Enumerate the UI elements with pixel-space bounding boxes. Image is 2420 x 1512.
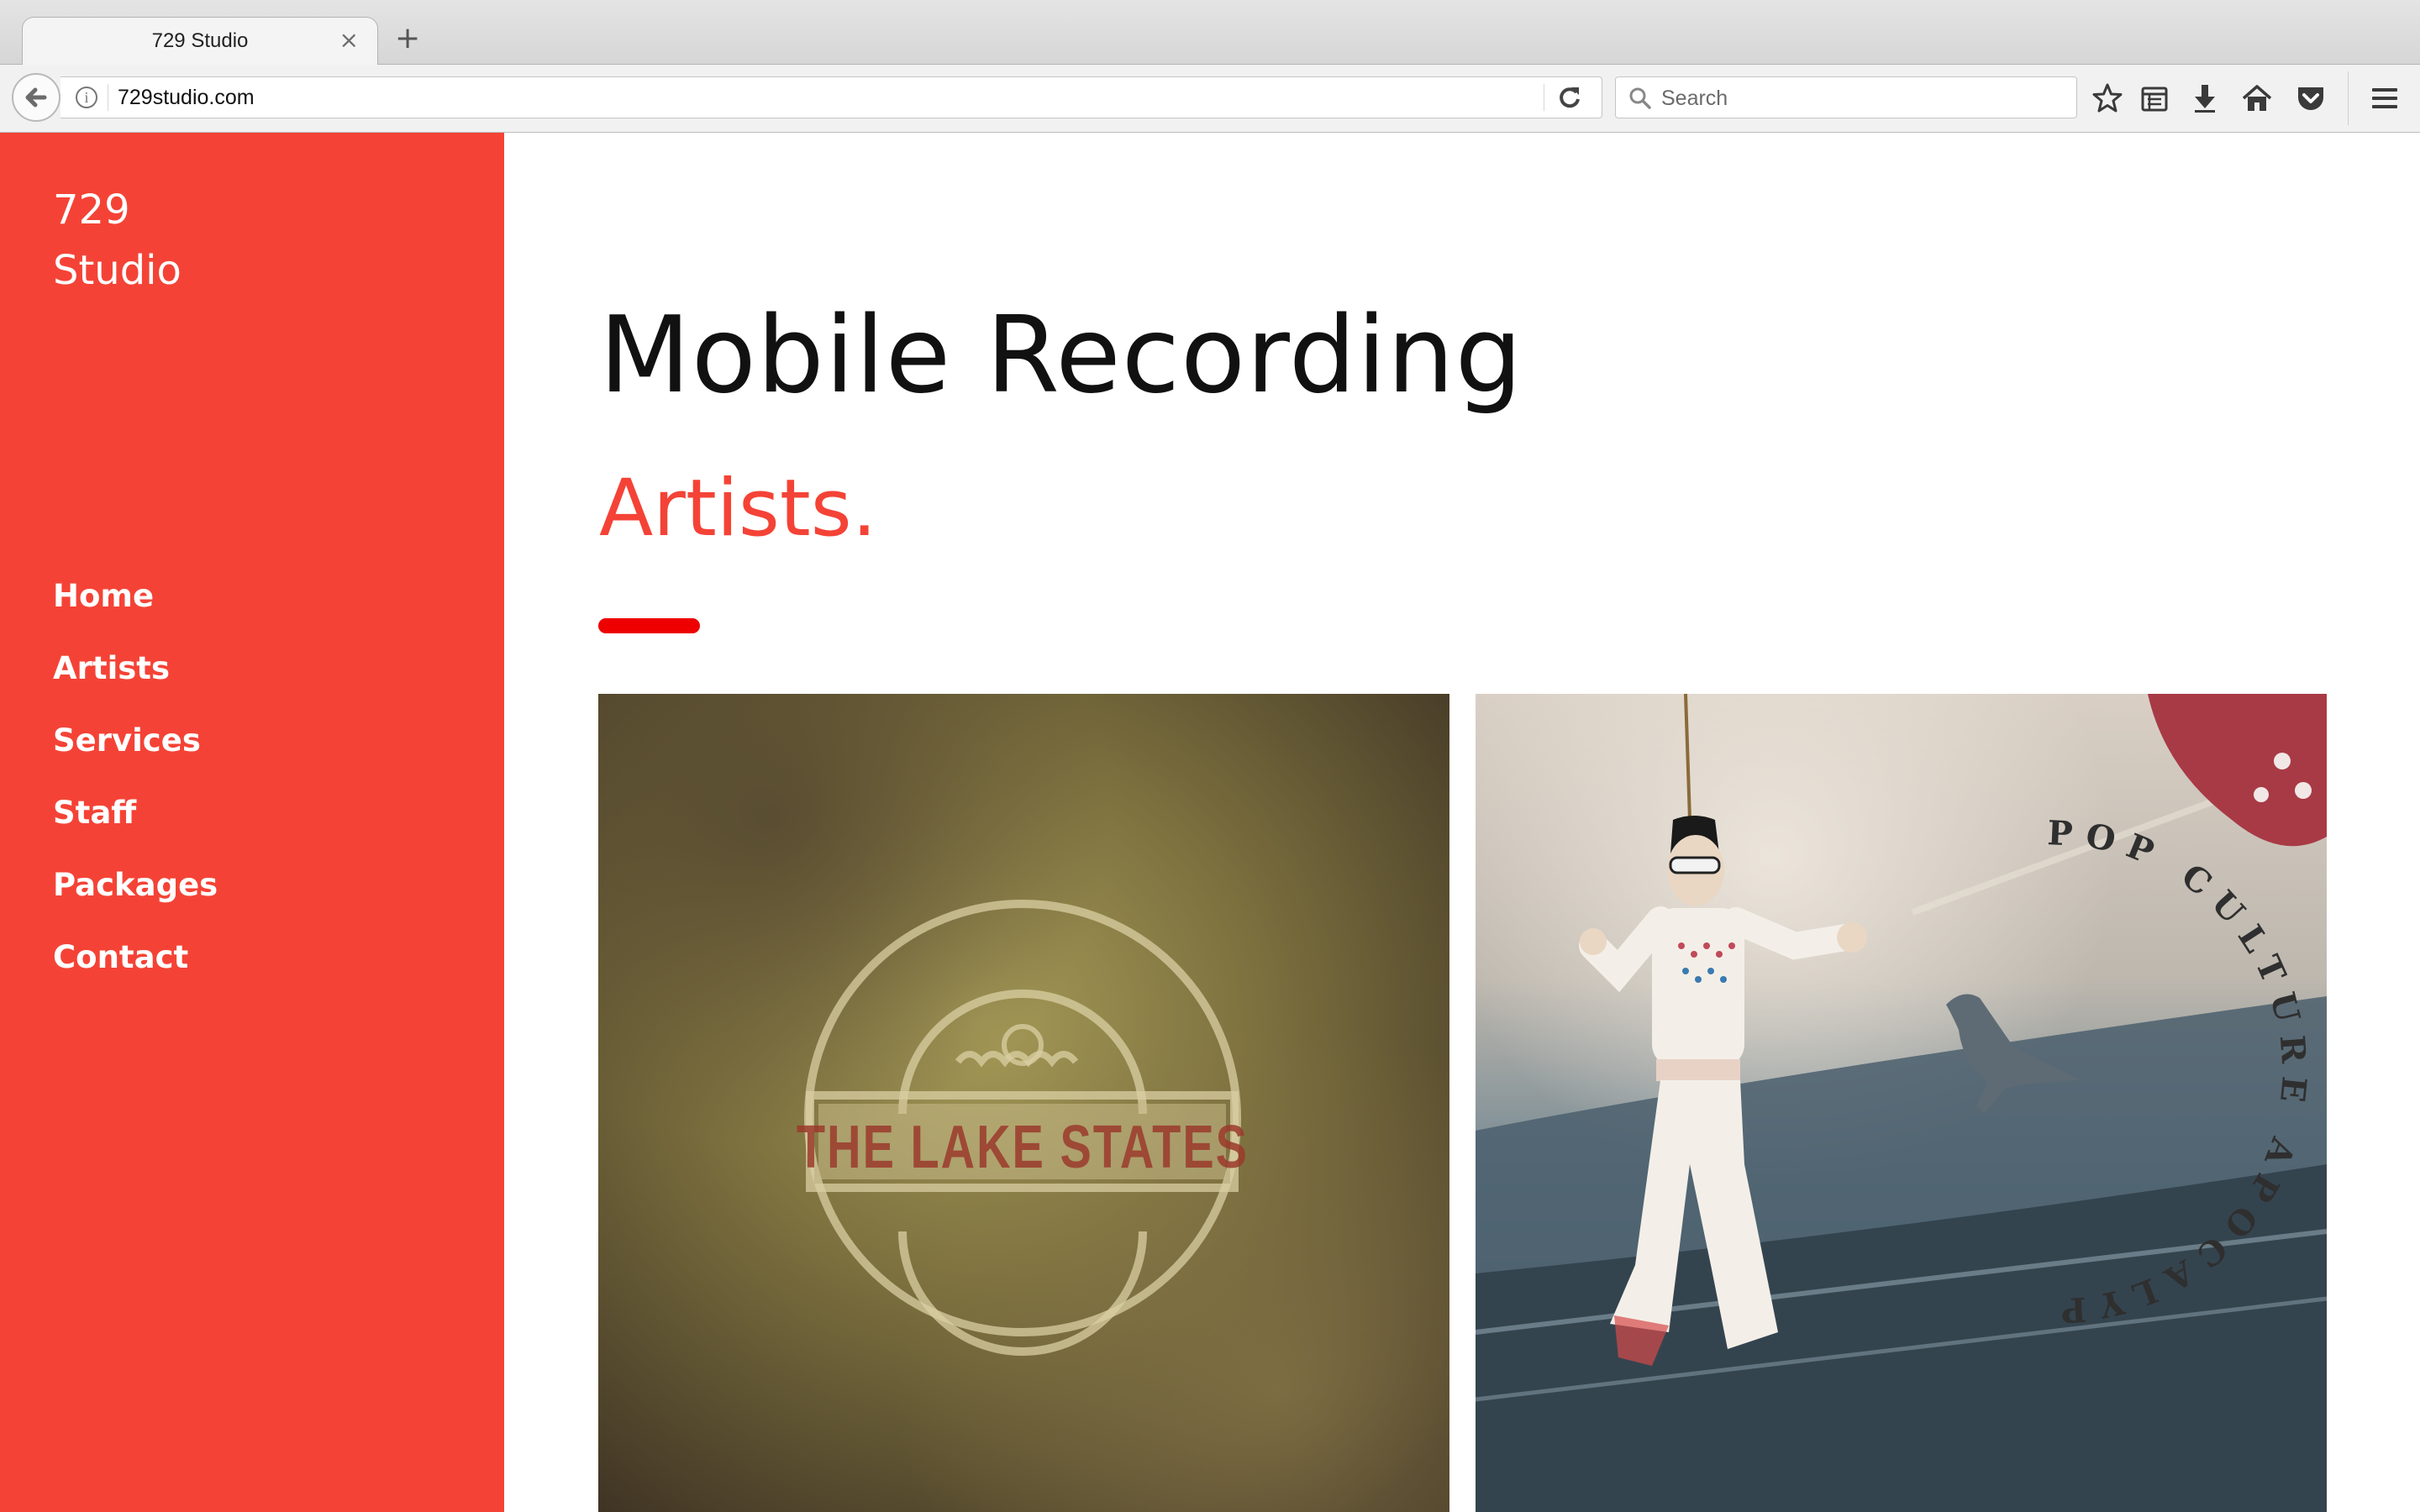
hamburger-menu-icon[interactable] [2368,81,2402,115]
toolbar-divider [2348,71,2349,125]
site-info-icon[interactable]: i [76,87,97,108]
page-title: Mobile Recording [599,293,1523,417]
nav-item-contact[interactable]: Contact [53,927,218,1000]
download-icon[interactable] [2188,81,2222,115]
bookmark-star-icon[interactable] [2091,81,2124,115]
artist-card-lake-states[interactable]: THE LAKE STATES [598,694,1449,1512]
pocket-icon[interactable] [2294,81,2328,115]
nav-item-staff[interactable]: Staff [53,783,218,855]
nav-item-artists[interactable]: Artists [53,638,218,711]
lake-states-artwork: THE LAKE STATES [598,694,1449,1512]
logo-line-1: 729 [53,186,130,234]
logo-line-2: Studio [53,247,182,294]
main-content: Mobile Recording Artists. THE LAKE STATE… [504,133,2420,1512]
tab-title: 729 Studio [151,29,249,52]
new-tab-button[interactable]: + [395,24,420,54]
nav-item-packages[interactable]: Packages [53,855,218,927]
browser-tab-bar: 729 Studio × + [0,0,2420,66]
nav-item-home[interactable]: Home [53,566,218,638]
tab-close-icon[interactable]: × [339,26,359,54]
url-text[interactable]: 729studio.com [118,86,255,110]
reading-list-icon[interactable] [2138,81,2171,115]
search-icon [1629,87,1651,109]
search-input[interactable] [1660,85,2049,112]
sidebar-nav: Home Artists Services Staff Packages Con… [53,566,218,1000]
url-bar[interactable]: i 729studio.com [60,76,1602,118]
back-arrow-icon [25,87,47,108]
browser-tab[interactable]: 729 Studio × [22,17,378,66]
lake-states-logo-text: THE LAKE STATES [797,1112,1249,1181]
heading-accent-bar [598,618,700,633]
search-bar[interactable] [1615,76,2077,118]
pop-culture-apocalypse-artwork: POP CULTURE APOCALYPSE [1476,694,2327,1512]
back-button[interactable] [12,73,60,122]
browser-nav-bar: i 729studio.com [0,65,2420,133]
artist-card-pop-culture-apocalypse[interactable]: POP CULTURE APOCALYPSE [1476,694,2327,1512]
nav-item-services[interactable]: Services [53,711,218,783]
site-logo[interactable]: 729 Studio [53,180,263,301]
home-icon[interactable] [2240,81,2274,115]
reload-icon[interactable] [1553,82,1586,113]
section-heading: Artists. [599,463,877,554]
